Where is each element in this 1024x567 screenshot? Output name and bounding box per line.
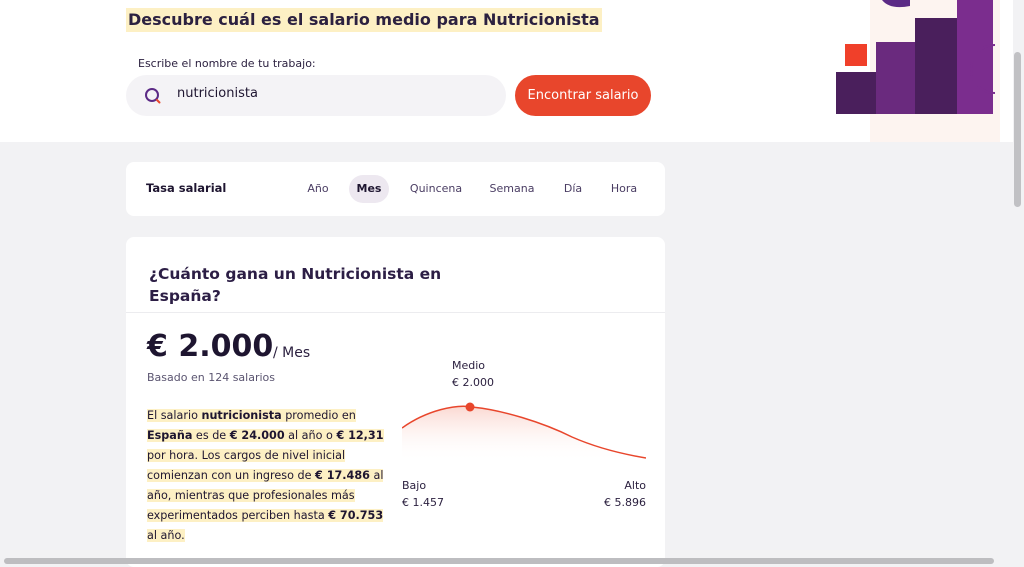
find-salary-button[interactable]: Encontrar salario <box>515 75 651 116</box>
tab-day[interactable]: Día <box>555 175 591 203</box>
salary-description: El salario nutricionista promedio en Esp… <box>147 409 384 542</box>
median-marker <box>465 402 475 412</box>
rate-title: Tasa salarial <box>146 181 227 195</box>
bajo-value: € 1.457 <box>402 496 444 509</box>
tab-fortnight[interactable]: Quincena <box>404 175 468 203</box>
tab-week[interactable]: Semana <box>482 175 542 203</box>
vertical-scrollbar[interactable] <box>1014 52 1021 207</box>
search-icon <box>145 88 161 104</box>
search-label: Escribe el nombre de tu trabajo: <box>138 57 316 70</box>
salary-distribution-chart: Medio € 2.000 Bajo € 1.457 Alto € 5.896 <box>402 357 646 509</box>
rate-selector-card: Tasa salarial Año Mes Quincena Semana Dí… <box>126 162 665 216</box>
search-value[interactable]: nutricionista <box>177 86 258 101</box>
tab-year[interactable]: Año <box>298 175 338 203</box>
page-title: Descubre cuál es el salario medio para N… <box>126 8 602 32</box>
salary-period: / Mes <box>273 345 311 361</box>
alto-label: Alto <box>624 479 646 492</box>
average-salary: € 2.000 <box>147 329 274 364</box>
alto-value: € 5.896 <box>604 496 646 509</box>
tab-hour[interactable]: Hora <box>604 175 644 203</box>
tab-month[interactable]: Mes <box>349 175 389 203</box>
horizontal-scrollbar[interactable] <box>4 558 994 564</box>
distribution-curve <box>402 402 646 462</box>
salary-question: ¿Cuánto gana un Nutricionista en España? <box>149 265 442 305</box>
salary-card: ¿Cuánto gana un Nutricionista en España?… <box>126 237 665 567</box>
bajo-label: Bajo <box>402 479 427 492</box>
medio-label: Medio <box>452 359 486 372</box>
based-on-count: Basado en 124 salarios <box>147 371 276 384</box>
medio-value: € 2.000 <box>452 376 494 389</box>
hero-section: Descubre cuál es el salario medio para N… <box>0 0 1013 142</box>
divider <box>126 312 665 313</box>
decorative-graphic <box>836 0 1000 142</box>
search-input[interactable]: nutricionista <box>126 75 506 116</box>
